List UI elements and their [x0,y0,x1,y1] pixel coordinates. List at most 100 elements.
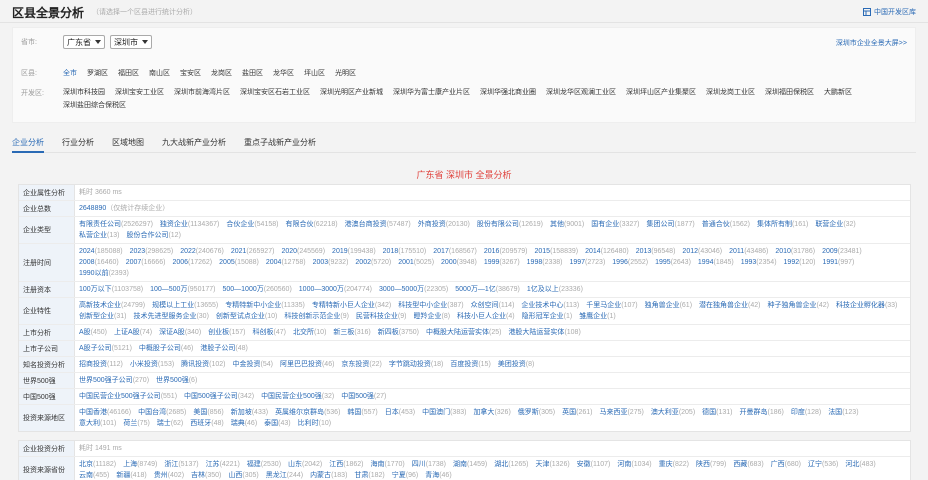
filter-chip[interactable]: 中国台湾(2685) [138,407,186,418]
filter-chip[interactable]: 2008(16460) [79,257,119,268]
filter-chip[interactable]: 意大利(101) [79,418,116,429]
filter-chip[interactable]: 中概股子公司(46) [139,343,193,354]
district-item[interactable]: 光明区 [335,68,356,78]
filter-chip[interactable]: 500—1000万(260560) [222,284,291,295]
filter-chip[interactable]: 内蒙古(183) [310,470,347,480]
filter-chip[interactable]: 2020(245569) [281,246,325,257]
filter-chip[interactable]: 新疆(418) [116,470,146,480]
filter-chip[interactable]: 1996(2552) [612,257,648,268]
filter-chip[interactable]: 2014(126480) [585,246,629,257]
filter-chip[interactable]: 北京(11182) [79,459,116,470]
filter-chip[interactable]: 江西(1862) [329,459,363,470]
filter-chip[interactable]: 联营企业(32) [815,219,855,230]
filter-chip[interactable]: 股份合作公司(12) [126,230,180,241]
filter-chip[interactable]: 1000—3000万(204774) [299,284,372,295]
big-screen-link[interactable]: 深圳市企业全景大屏>> [836,38,907,48]
filter-chip[interactable]: 有限责任公司(2526297) [79,219,153,230]
filter-chip[interactable]: 5000万—1亿(38679) [455,284,520,295]
filter-chip[interactable]: 山东(2042) [288,459,322,470]
filter-chip[interactable]: 2022(240676) [180,246,224,257]
filter-chip[interactable]: 瑞典(46) [231,418,257,429]
filter-chip[interactable]: 开曼群岛(186) [740,407,784,418]
filter-chip[interactable]: 2002(5720) [355,257,391,268]
filter-chip[interactable]: 河北(483) [845,459,875,470]
filter-chip[interactable]: 山西(305) [228,470,258,480]
filter-chip[interactable]: 云南(455) [79,470,109,480]
filter-chip[interactable]: 港股大陆运营实体(108) [508,327,580,338]
filter-chip[interactable]: 西班牙(48) [190,418,223,429]
filter-chip[interactable]: 民营科技企业(9) [356,311,407,322]
filter-chip[interactable]: 2010(31786) [775,246,815,257]
filter-chip[interactable]: 专精特新小巨人企业(342) [312,300,391,311]
zone-item[interactable]: 深圳龙华区观澜工业区 [546,88,616,98]
district-item[interactable]: 坪山区 [304,68,325,78]
filter-chip[interactable]: 比利时(10) [298,418,331,429]
filter-chip[interactable]: 中国500强子公司(342) [184,391,254,402]
filter-chip[interactable]: 宁夏(96) [392,470,418,480]
filter-chip[interactable]: 上海(8749) [123,459,157,470]
filter-chip[interactable]: 1991(997) [822,257,854,268]
filter-chip[interactable]: 招商投资(112) [79,359,123,370]
filter-chip[interactable]: 科技小巨人企业(4) [457,311,515,322]
filter-chip[interactable]: 2011(43486) [729,246,768,257]
filter-chip[interactable]: 1997(2723) [569,257,605,268]
filter-chip[interactable]: 黑龙江(244) [266,470,303,480]
filter-chip[interactable]: 辽宁(536) [808,459,838,470]
filter-chip[interactable]: 2017(168567) [433,246,477,257]
filter-chip[interactable]: 1993(2354) [741,257,777,268]
tab-enterprise[interactable]: 企业分析 [12,133,44,153]
filter-chip[interactable]: 马来西亚(275) [599,407,643,418]
filter-chip[interactable]: 小米投资(153) [130,359,174,370]
zone-item[interactable]: 深圳宝安工业区 [115,88,164,98]
filter-chip[interactable]: 1994(1845) [698,257,734,268]
filter-chip[interactable]: 2023(298625) [130,246,174,257]
filter-chip[interactable]: 中国500强(27) [341,391,386,402]
filter-chip[interactable]: 其他(9001) [550,219,584,230]
filter-chip[interactable]: 青海(46) [425,470,451,480]
filter-chip[interactable]: 陕西(799) [696,459,726,470]
tab-nine-emerging[interactable]: 九大战新产业分析 [162,133,226,153]
filter-chip[interactable]: 贵州(402) [154,470,184,480]
filter-chip[interactable]: 加拿大(326) [473,407,510,418]
filter-chip[interactable]: 创业板(157) [208,327,245,338]
filter-chip[interactable]: 1998(2338) [527,257,563,268]
filter-chip[interactable]: 众创空间(114) [471,300,515,311]
filter-chip[interactable]: 100万以下(1103758) [79,284,143,295]
filter-chip[interactable]: 科技创新示范企业(9) [284,311,349,322]
filter-chip[interactable]: 泰国(43) [264,418,290,429]
filter-chip[interactable]: 科技型中小企业(387) [398,300,463,311]
filter-chip[interactable]: 1990以前(2393) [79,268,129,279]
filter-chip[interactable]: 海南(1770) [371,459,405,470]
filter-chip[interactable]: 英国(261) [562,407,592,418]
filter-chip[interactable]: 广西(680) [771,459,801,470]
filter-chip[interactable]: 规模以上工业(13655) [152,300,218,311]
district-item[interactable]: 罗湖区 [87,68,108,78]
filter-chip[interactable]: 2021(265927) [231,246,275,257]
filter-chip[interactable]: 有限合伙(62218) [285,219,337,230]
filter-chip[interactable]: 雏鹰企业(1) [579,311,616,322]
district-item[interactable]: 南山区 [149,68,170,78]
city-select[interactable]: 深圳市 [110,35,152,49]
filter-chip[interactable]: 美团投资(8) [498,359,535,370]
district-item[interactable]: 龙华区 [273,68,294,78]
filter-chip[interactable]: 瑞士(62) [157,418,183,429]
filter-chip[interactable]: 荷兰(75) [123,418,149,429]
filter-chip[interactable]: 2006(17262) [172,257,212,268]
filter-chip[interactable]: 百度投资(15) [450,359,490,370]
tab-key-sub-emerging[interactable]: 重点子战新产业分析 [244,133,316,153]
filter-chip[interactable]: 科创板(47) [253,327,286,338]
filter-chip[interactable]: 世界500强子公司(270) [79,375,149,386]
zone-item[interactable]: 深圳坪山区产业集聚区 [626,88,696,98]
filter-chip[interactable]: 千里马企业(107) [586,300,637,311]
district-item[interactable]: 宝安区 [180,68,201,78]
filter-chip[interactable]: 新加坡(433) [231,407,268,418]
filter-chip[interactable]: 2648890（仅统计存续企业） [79,203,169,214]
filter-chip[interactable]: 2024(185088) [79,246,123,257]
tab-region-map[interactable]: 区域地图 [112,133,144,153]
filter-chip[interactable]: 深证A股(340) [159,327,201,338]
filter-chip[interactable]: 专精特新中小企业(11335) [225,300,305,311]
zone-item[interactable]: 深圳宝安区石岩工业区 [240,88,310,98]
filter-chip[interactable]: 澳大利亚(205) [651,407,695,418]
filter-chip[interactable]: 法国(123) [828,407,858,418]
filter-chip[interactable]: 日本(453) [385,407,415,418]
